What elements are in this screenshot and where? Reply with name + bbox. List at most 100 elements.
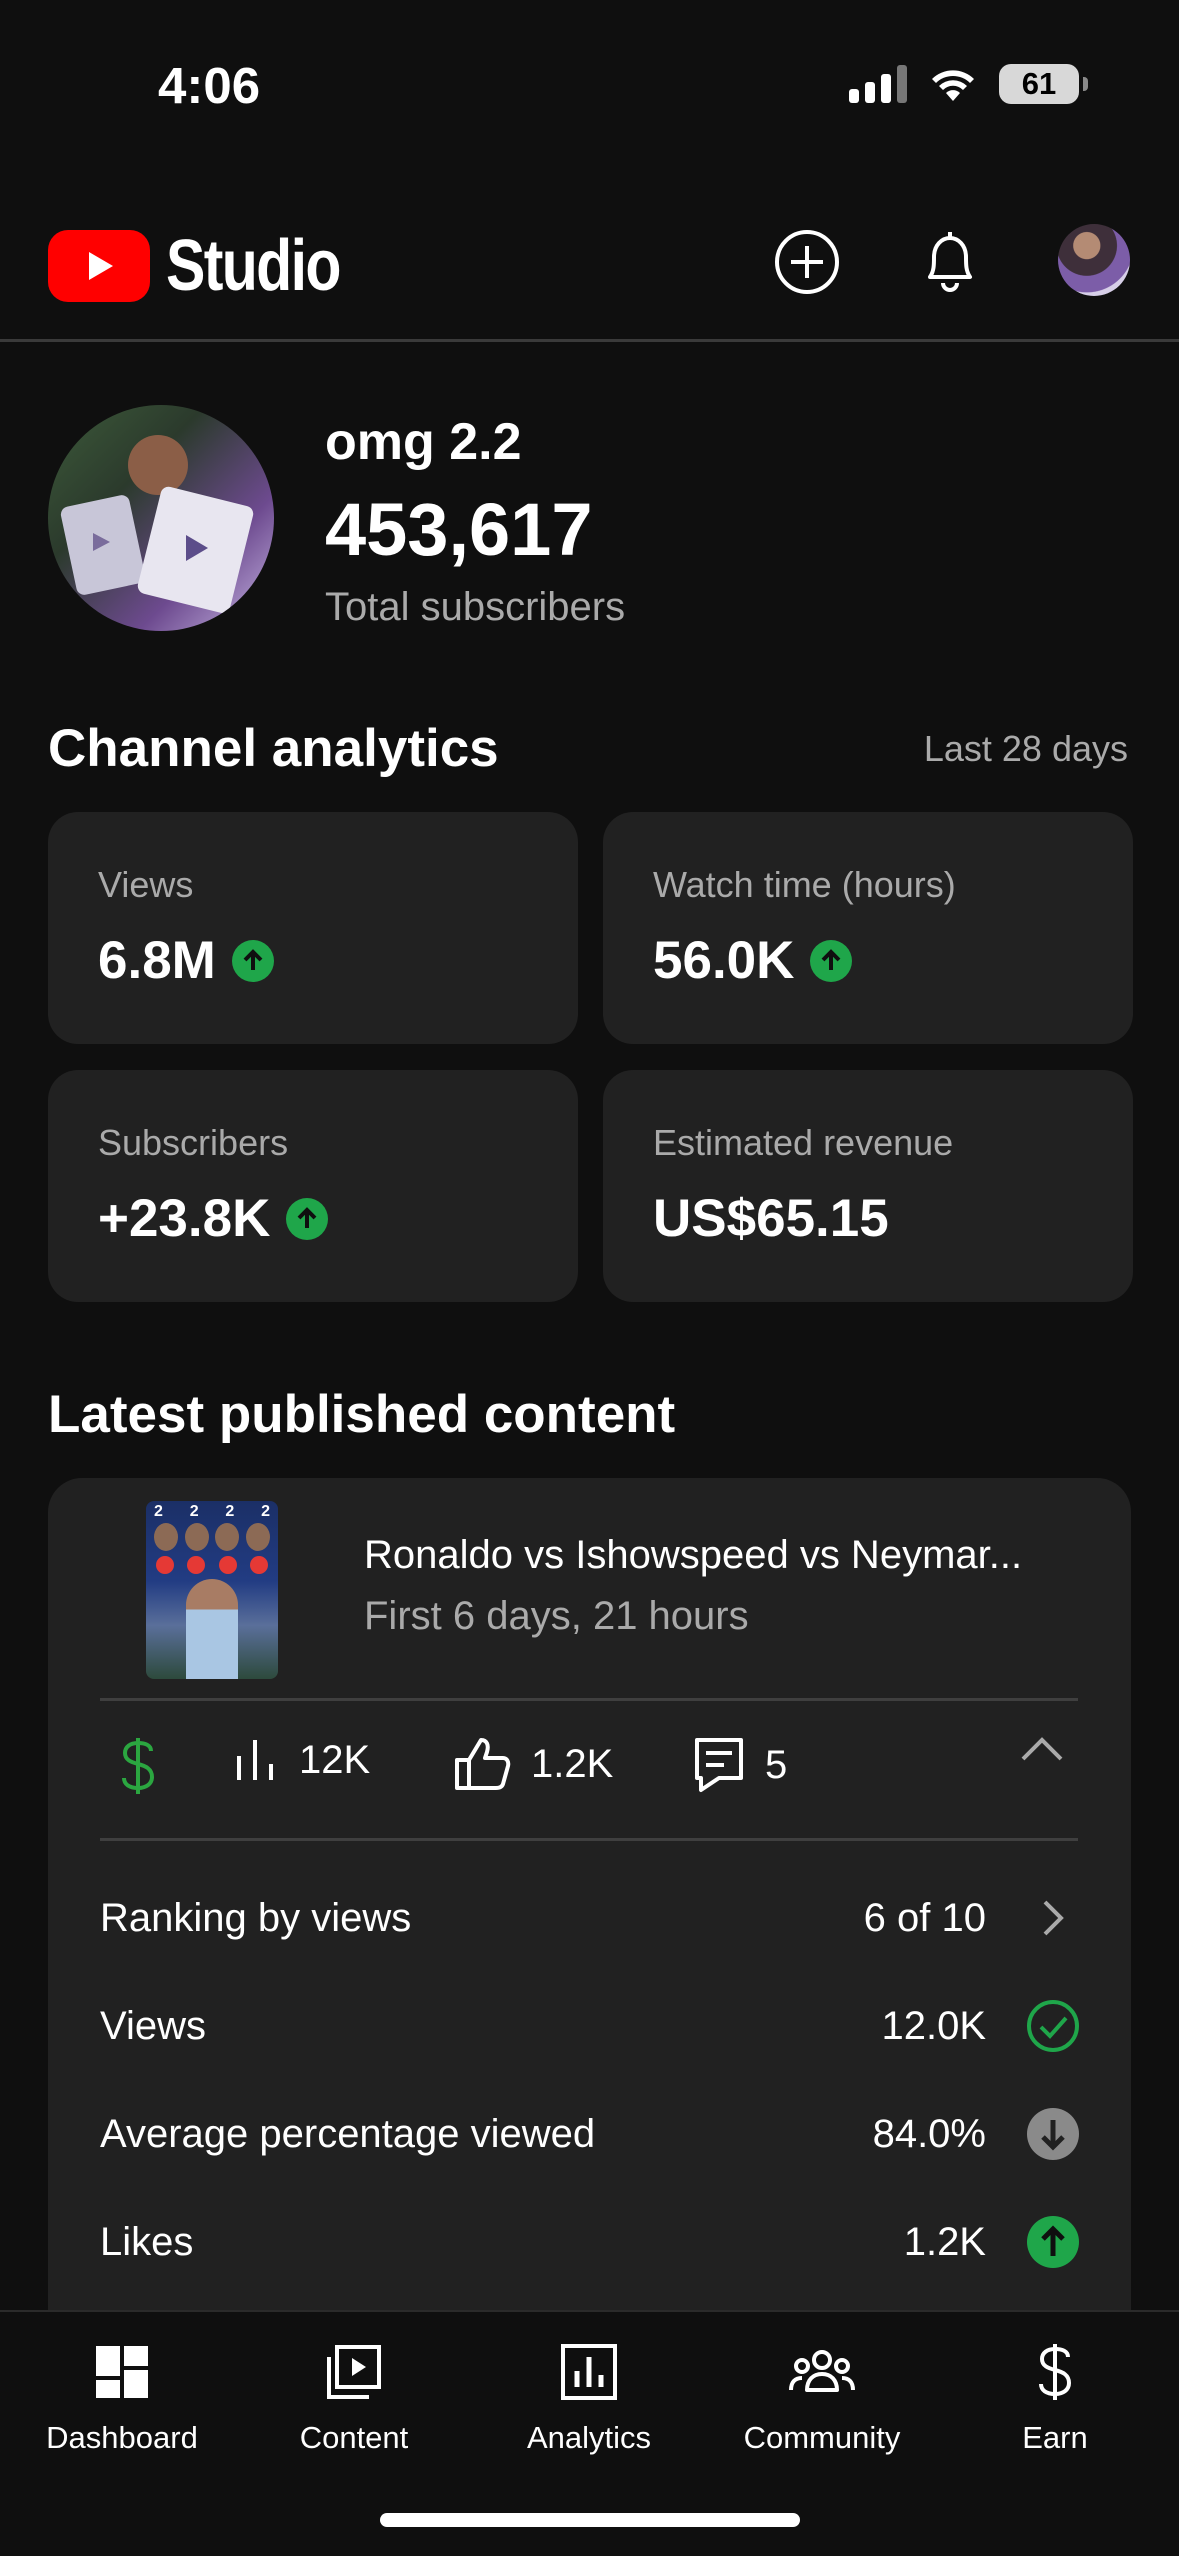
card-value: +23.8K bbox=[98, 1188, 329, 1249]
average-percentage-viewed-row: Average percentage viewed 84.0% bbox=[100, 2094, 1080, 2174]
channel-avatar-image bbox=[60, 435, 254, 614]
estimated-revenue-value: US$65.15 bbox=[653, 1189, 889, 1248]
views-card[interactable]: Views 6.8M bbox=[48, 812, 578, 1044]
thumbnail-faces bbox=[154, 1523, 270, 1551]
comment-icon bbox=[695, 1738, 743, 1792]
thumbnail-figure bbox=[186, 1579, 238, 1679]
card-value: 56.0K bbox=[653, 930, 853, 991]
bell-icon bbox=[928, 232, 972, 292]
views-value: 6.8M bbox=[98, 931, 216, 990]
video-library-icon bbox=[325, 2332, 383, 2412]
channel-avatar[interactable] bbox=[48, 405, 274, 631]
comments-stat: 5 bbox=[693, 1736, 787, 1794]
card-value: 6.8M bbox=[98, 930, 274, 991]
cellular-signal-icon bbox=[849, 65, 907, 103]
views-stat-value: 12K bbox=[299, 1737, 371, 1782]
nav-content[interactable]: Content bbox=[254, 2332, 454, 2456]
channel-analytics-title: Channel analytics bbox=[48, 719, 499, 778]
thumbnail-numbers: 2 2 2 2 bbox=[154, 1503, 270, 1521]
likes-metric-row: Likes 1.2K bbox=[100, 2202, 1080, 2282]
latest-content-title: Latest published content bbox=[48, 1385, 676, 1444]
check-circle-icon bbox=[1026, 1999, 1080, 2053]
analytics-icon bbox=[560, 2332, 618, 2412]
nav-label: Dashboard bbox=[46, 2420, 198, 2455]
video-title[interactable]: Ronaldo vs Ishowspeed vs Neymar... bbox=[364, 1533, 1084, 1578]
video-age: First 6 days, 21 hours bbox=[364, 1594, 749, 1638]
status-icons: 61 bbox=[849, 64, 1088, 104]
channel-name: omg 2.2 bbox=[325, 413, 522, 471]
nav-label: Content bbox=[299, 2420, 409, 2455]
nav-label: Analytics bbox=[526, 2420, 652, 2455]
dollar-icon bbox=[1035, 2332, 1075, 2412]
notifications-button[interactable] bbox=[910, 222, 990, 302]
metric-label: Views bbox=[100, 2003, 206, 2048]
app-header: Studio bbox=[0, 190, 1179, 342]
card-label: Views bbox=[98, 864, 194, 905]
thumbnail-x-marks bbox=[156, 1556, 268, 1574]
status-time: 4:06 bbox=[158, 57, 261, 114]
nav-community[interactable]: Community bbox=[722, 2332, 922, 2456]
chevron-up-icon bbox=[1021, 1737, 1063, 1761]
nav-dashboard[interactable]: Dashboard bbox=[22, 2332, 222, 2456]
metric-value: 1.2K bbox=[903, 2219, 986, 2264]
arrow-up-circle-icon bbox=[286, 1197, 329, 1240]
metric-label: Ranking by views bbox=[100, 1895, 412, 1940]
status-bar: 4:06 61 bbox=[0, 0, 1179, 150]
thumbnail-number: 2 bbox=[154, 1503, 163, 1520]
arrow-up-circle-icon bbox=[1026, 2215, 1080, 2269]
thumbnail-number: 2 bbox=[225, 1503, 235, 1520]
card-label: Watch time (hours) bbox=[653, 864, 956, 905]
wifi-icon bbox=[932, 70, 974, 101]
metric-label: Likes bbox=[100, 2219, 194, 2264]
likes-stat: 1.2K bbox=[453, 1736, 613, 1792]
logo-text: Studio bbox=[166, 226, 341, 306]
card-label: Subscribers bbox=[98, 1122, 289, 1163]
dollar-icon bbox=[122, 1738, 155, 1794]
total-subscribers-count: 453,617 bbox=[325, 488, 593, 571]
arrow-down-circle-icon bbox=[1026, 2107, 1080, 2161]
metric-value: 84.0% bbox=[872, 2111, 986, 2156]
home-indicator[interactable] bbox=[380, 2513, 800, 2527]
bar-chart-icon bbox=[237, 1740, 273, 1780]
comments-stat-value: 5 bbox=[765, 1742, 788, 1787]
metric-label: Average percentage viewed bbox=[100, 2111, 596, 2156]
account-avatar[interactable] bbox=[1058, 224, 1130, 296]
nav-earn[interactable]: Earn bbox=[955, 2332, 1155, 2456]
nav-label: Earn bbox=[1022, 2420, 1088, 2455]
divider bbox=[100, 1838, 1078, 1841]
monetization-status bbox=[118, 1736, 158, 1796]
youtube-studio-logo[interactable]: Studio bbox=[48, 225, 378, 307]
estimated-revenue-card[interactable]: Estimated revenue US$65.15 bbox=[603, 1070, 1133, 1302]
video-stats-row: 12K 1.2K 5 bbox=[48, 1696, 1131, 1836]
card-value: US$65.15 bbox=[653, 1188, 889, 1249]
thumbnail-number: 2 bbox=[189, 1503, 199, 1520]
ranking-by-views-row[interactable]: Ranking by views 6 of 10 bbox=[100, 1878, 1080, 1958]
battery-indicator: 61 bbox=[999, 64, 1088, 104]
arrow-up-circle-icon bbox=[810, 939, 853, 982]
arrow-up-circle-icon bbox=[231, 939, 274, 982]
chevron-right-icon bbox=[1026, 1891, 1080, 1945]
dashboard-icon bbox=[94, 2332, 150, 2412]
youtube-play-icon bbox=[48, 230, 150, 302]
likes-stat-value: 1.2K bbox=[531, 1741, 614, 1786]
total-subscribers-label: Total subscribers bbox=[325, 585, 626, 629]
community-icon bbox=[789, 2332, 855, 2412]
metric-value: 6 of 10 bbox=[863, 1895, 986, 1940]
views-stat: 12K bbox=[231, 1736, 370, 1784]
plus-circle-icon bbox=[775, 230, 839, 294]
video-thumbnail[interactable]: 2 2 2 2 bbox=[146, 1501, 278, 1679]
nav-label: Community bbox=[743, 2420, 901, 2455]
watch-time-value: 56.0K bbox=[653, 931, 795, 990]
views-metric-row: Views 12.0K bbox=[100, 1986, 1080, 2066]
create-button[interactable] bbox=[767, 222, 847, 302]
analytics-period: Last 28 days bbox=[923, 728, 1128, 769]
subscribers-card[interactable]: Subscribers +23.8K bbox=[48, 1070, 578, 1302]
thumbs-up-icon bbox=[455, 1738, 511, 1790]
thumbnail-number: 2 bbox=[261, 1503, 270, 1520]
subscribers-value: +23.8K bbox=[98, 1189, 271, 1248]
card-label: Estimated revenue bbox=[653, 1122, 954, 1163]
nav-analytics[interactable]: Analytics bbox=[489, 2332, 689, 2456]
watch-time-card[interactable]: Watch time (hours) 56.0K bbox=[603, 812, 1133, 1044]
metric-value: 12.0K bbox=[881, 2003, 986, 2048]
collapse-button[interactable] bbox=[1020, 1736, 1064, 1762]
